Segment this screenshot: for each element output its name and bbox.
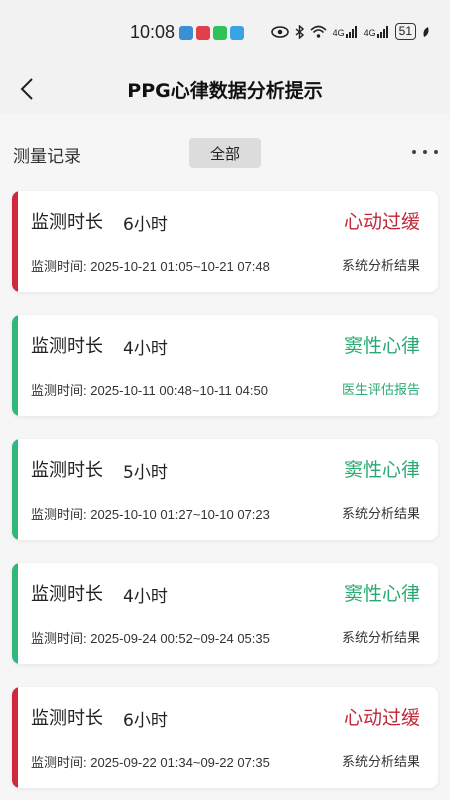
battery-icon: 51 — [394, 23, 416, 40]
status-accent-bar — [12, 439, 18, 540]
cellular-a-icon: 4G — [332, 25, 358, 38]
result-label: 窦性心律 — [343, 459, 420, 481]
status-time: 10:08 — [130, 22, 176, 42]
duration-value: 6小时 — [123, 711, 168, 731]
duration-label: 监测时长 — [31, 336, 103, 357]
monitor-time: 监测时间: 2025-10-21 01:05~10-21 07:48 — [31, 259, 270, 274]
status-accent-bar — [12, 687, 18, 788]
record-card[interactable]: 监测时长 4小时 窦性心律监测时间: 2025-09-24 00:52~09-24 … — [12, 563, 438, 664]
wifi-icon — [310, 25, 327, 38]
monitor-time: 监测时间: 2025-10-10 01:27~10-10 07:23 — [31, 507, 270, 522]
record-card[interactable]: 监测时长 5小时 窦性心律监测时间: 2025-10-10 01:27~10-10 … — [12, 439, 438, 540]
record-card[interactable]: 监测时长 6小时 心动过缓监测时间: 2025-09-22 01:34~09-22 … — [12, 687, 438, 788]
records-label: 测量记录 — [13, 147, 81, 167]
duration-label: 监测时长 — [31, 460, 103, 481]
report-source: 系统分析结果 — [341, 755, 420, 770]
record-card[interactable]: 监测时长 4小时 窦性心律监测时间: 2025-10-11 00:48~10-11 … — [12, 315, 438, 416]
monitor-time: 监测时间: 2025-09-22 01:34~09-22 07:35 — [31, 755, 270, 770]
more-dot-icon — [434, 150, 438, 154]
duration-label: 监测时长 — [31, 212, 103, 233]
monitor-time: 监测时间: 2025-10-11 00:48~10-11 04:50 — [31, 383, 268, 398]
filter-row: 测量记录 全部 — [0, 114, 450, 184]
result-label: 心动过缓 — [343, 707, 420, 729]
more-dot-icon — [423, 150, 427, 154]
cellular-b-icon: 4G — [363, 25, 389, 38]
bluetooth-icon — [295, 24, 304, 39]
report-source[interactable]: 医生评估报告 — [342, 379, 420, 398]
result-label: 窦性心律 — [343, 583, 420, 605]
status-accent-bar — [12, 315, 18, 416]
result-label: 心动过缓 — [343, 211, 420, 233]
notification-icons — [179, 26, 244, 40]
page-title: PPG心律数据分析提示 — [127, 80, 323, 102]
network-type-a: 4G — [332, 27, 345, 38]
system-icons: 4G 4G 51 — [270, 23, 430, 40]
report-source: 系统分析结果 — [341, 507, 420, 522]
eye-icon — [270, 25, 289, 38]
more-options-button[interactable] — [410, 144, 440, 160]
duration-value: 4小时 — [123, 587, 168, 607]
app-header: PPG心律数据分析提示 — [0, 64, 450, 114]
filter-all-button[interactable]: 全部 — [189, 138, 261, 168]
wechat-app-icon — [213, 26, 227, 40]
duration-label: 监测时长 — [31, 584, 103, 605]
network-type-b: 4G — [363, 27, 376, 38]
report-source: 系统分析结果 — [341, 259, 420, 274]
status-accent-bar — [12, 191, 18, 292]
result-label: 窦性心律 — [343, 335, 420, 357]
record-card[interactable]: 监测时长 6小时 心动过缓监测时间: 2025-10-21 01:05~10-21 … — [12, 191, 438, 292]
monitor-time: 监测时间: 2025-09-24 00:52~09-24 05:35 — [31, 631, 270, 646]
message-app-icon — [230, 26, 244, 40]
status-bar: 10:08 4G 4G 51 — [0, 0, 450, 64]
duration-label: 监测时长 — [31, 708, 103, 729]
globe-app-icon — [179, 26, 193, 40]
report-source: 系统分析结果 — [341, 631, 420, 646]
mail-app-icon — [196, 26, 210, 40]
leaf-icon — [423, 26, 429, 37]
duration-value: 5小时 — [123, 463, 168, 483]
duration-value: 6小时 — [123, 215, 168, 235]
duration-value: 4小时 — [123, 339, 168, 359]
more-dot-icon — [412, 150, 416, 154]
status-accent-bar — [12, 563, 18, 664]
